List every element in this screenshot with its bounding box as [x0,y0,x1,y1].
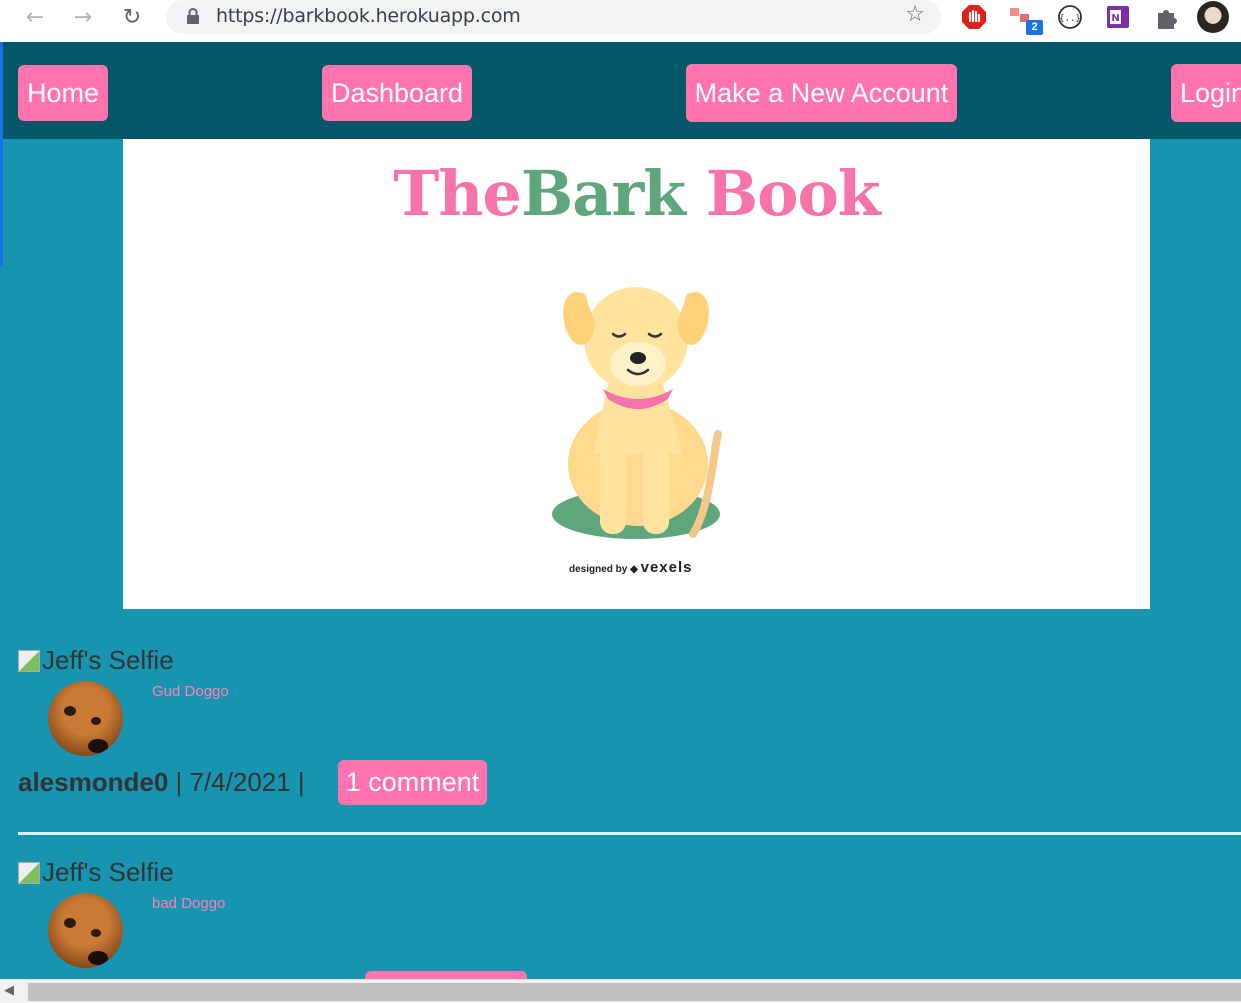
profile-avatar[interactable] [1197,1,1229,33]
logo-bark: Bark [520,157,686,230]
post-divider [18,832,1241,835]
browser-toolbar: ← → ↻ https://barkbook.herokuapp.com ☆ 2… [0,0,1241,42]
horizontal-scrollbar[interactable]: ◀ [0,979,1241,1003]
onenote-icon[interactable]: N [1105,4,1131,30]
credit-prefix: designed by [569,564,628,575]
back-arrow-icon[interactable]: ← [20,4,50,30]
login-button[interactable]: Login [1171,64,1241,122]
post-image: Jeff's Selfie [18,857,174,888]
comments-button[interactable]: 1 comment [338,760,487,805]
home-button[interactable]: Home [18,65,108,121]
broken-image-icon [18,861,40,884]
post-avatar [48,893,123,968]
site-logo: TheBark Book [123,157,1150,230]
post-author[interactable]: alesmonde0 [18,767,168,797]
credit-brand: vexels [640,559,693,576]
post-image-alt: Jeff's Selfie [42,645,174,675]
post-image-alt: Jeff's Selfie [42,857,174,887]
design-credit: designed by ◆ vexels [569,559,693,576]
scrollbar-thumb[interactable] [28,983,1241,1001]
logo-book: Book [705,157,881,230]
post-caption: Gud Doggo [152,683,229,700]
extensions-puzzle-icon[interactable] [1153,4,1179,30]
address-bar[interactable]: https://barkbook.herokuapp.com ☆ [166,0,941,34]
hero-banner: TheBark Book designed by ◆ vexels [123,139,1150,609]
vexels-logo-icon: ◆ [630,564,638,575]
post-meta: alesmonde0 | 7/4/2021 | [18,767,305,798]
bookmark-star-icon[interactable]: ☆ [905,2,925,27]
logo-the: The [393,157,522,230]
extension-badge: 2 [1026,20,1043,35]
new-account-button[interactable]: Make a New Account [686,64,957,122]
dog-face-icon [64,706,108,753]
svg-text:{..}: {..} [1059,14,1081,24]
reload-icon[interactable]: ↻ [117,4,147,30]
site-navbar: Home Dashboard Make a New Account Login [3,42,1241,139]
post-image: Jeff's Selfie [18,645,174,676]
json-viewer-icon[interactable]: {..} [1057,4,1083,30]
puppy-illustration [552,287,722,539]
broken-image-icon [18,649,40,672]
url-text: https://barkbook.herokuapp.com [216,5,521,27]
post-date: | 7/4/2021 | [168,767,305,797]
adblock-icon[interactable] [961,4,987,30]
svg-text:N: N [1111,13,1119,24]
lock-icon [187,8,199,24]
post-caption: bad Doggo [152,895,226,912]
scroll-left-icon[interactable]: ◀ [4,983,14,998]
dashboard-button[interactable]: Dashboard [322,65,472,121]
dog-face-icon [64,918,108,965]
forward-arrow-icon[interactable]: → [68,4,98,30]
post-avatar [48,681,123,756]
